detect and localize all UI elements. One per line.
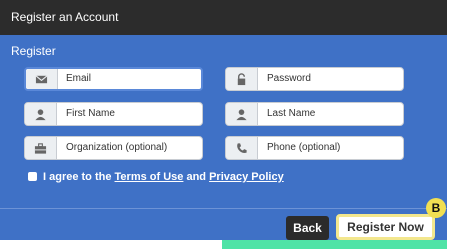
footer-divider [0,208,447,209]
privacy-policy-link[interactable]: Privacy Policy [209,171,284,183]
briefcase-icon [25,137,57,159]
register-now-button[interactable]: Register Now [336,214,435,240]
accent-strip [222,240,447,249]
hint-badge: B [426,198,446,218]
agree-checkbox[interactable] [28,172,37,181]
organization-field[interactable]: Organization (optional) [24,136,203,160]
phone-field[interactable]: Phone (optional) [225,136,404,160]
first-name-placeholder: First Name [66,108,115,119]
organization-placeholder: Organization (optional) [66,142,168,153]
user-icon [25,103,57,125]
email-placeholder: Email [66,73,92,84]
last-name-field[interactable]: Last Name [225,102,404,126]
last-name-placeholder: Last Name [267,108,316,119]
dialog-title: Register an Account [0,0,447,35]
form-section-title: Register [11,44,56,58]
user-icon [226,103,258,125]
back-button[interactable]: Back [286,216,329,240]
terms-agreement: I agree to the Terms of Use and Privacy … [28,171,284,183]
first-name-field[interactable]: First Name [24,102,203,126]
password-placeholder: Password [267,73,311,84]
terms-of-use-link[interactable]: Terms of Use [115,171,184,183]
agree-prefix: I agree to the [43,171,112,183]
password-field[interactable]: Password [225,67,404,91]
lock-icon [226,68,258,90]
phone-placeholder: Phone (optional) [267,142,341,153]
email-field[interactable]: Email [24,67,203,91]
phone-icon [226,137,258,159]
register-dialog: Register an Account Register Email Passw… [0,0,447,240]
envelope-icon [26,69,58,89]
agree-conjunction: and [186,171,207,183]
